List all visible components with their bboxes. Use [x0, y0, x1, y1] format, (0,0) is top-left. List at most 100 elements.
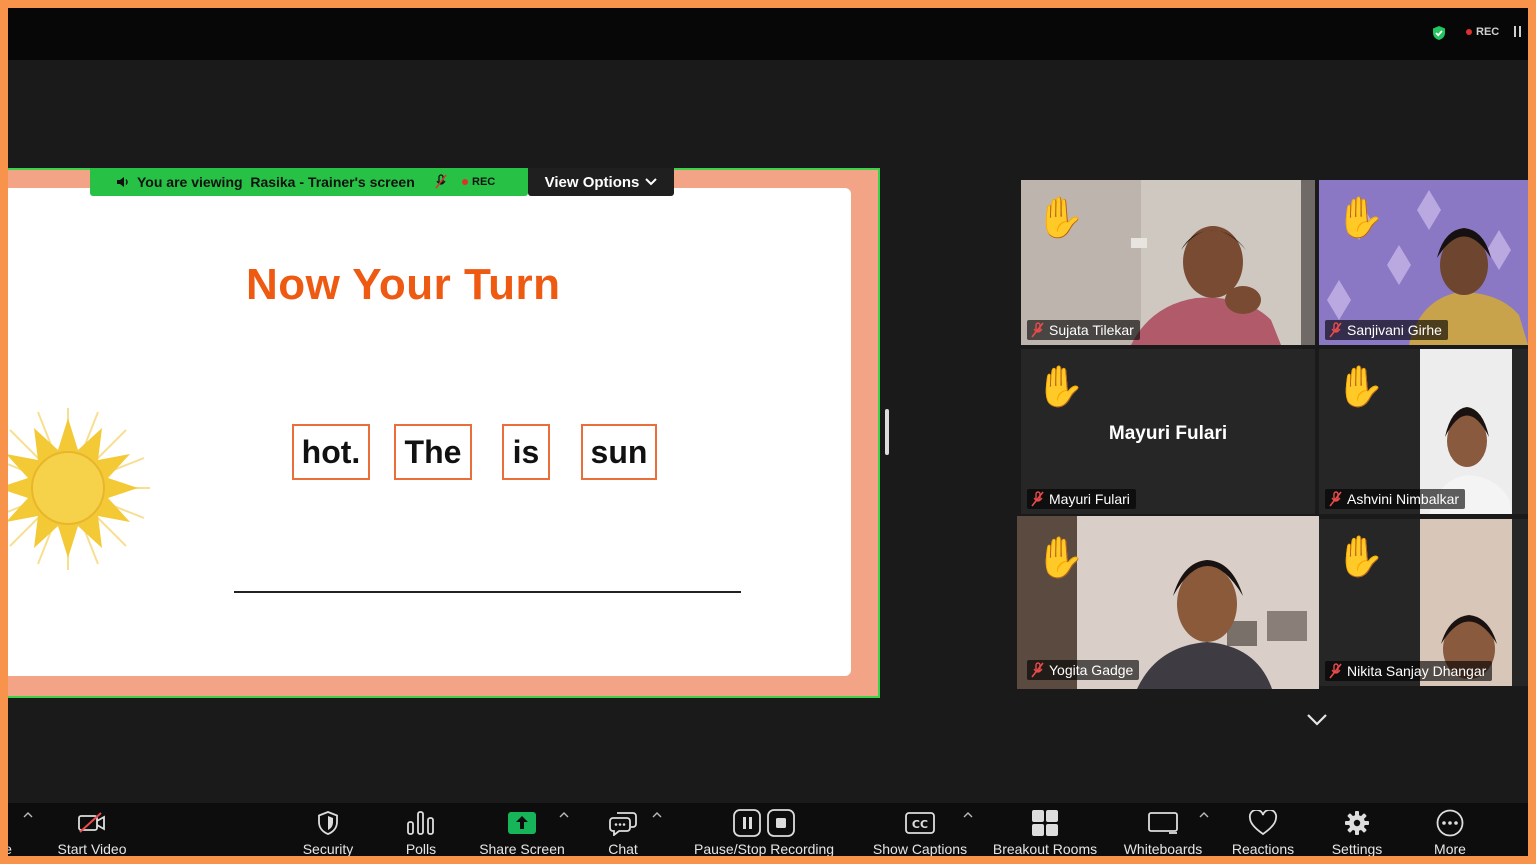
- encryption-shield-icon[interactable]: [1431, 25, 1447, 41]
- participant-center-name: Mayuri Fulari: [1108, 423, 1228, 444]
- speaker-icon: [117, 177, 128, 187]
- start-video-label: Start Video: [57, 841, 127, 856]
- participant-tile-sanjivani[interactable]: ✋ Sanjivani Girhe: [1319, 180, 1528, 345]
- raised-hand-icon: ✋: [1335, 196, 1385, 240]
- toolbar-edge-label: e: [8, 841, 14, 856]
- show-captions-button[interactable]: CC Show Captions: [870, 803, 970, 856]
- participant-nametag: Sujata Tilekar: [1027, 320, 1140, 340]
- rec-dot-icon: [1466, 29, 1472, 35]
- viewing-banner: You are viewing Rasika - Trainer's scree…: [90, 168, 528, 196]
- muted-mic-icon: [1329, 663, 1342, 679]
- rec-label: REC: [1476, 26, 1500, 38]
- answer-line: [234, 591, 741, 593]
- whiteboards-label: Whiteboards: [1123, 841, 1203, 856]
- participant-name: Sanjivani Girhe: [1347, 322, 1442, 338]
- resize-divider[interactable]: [885, 409, 889, 455]
- muted-mic-icon: [435, 174, 447, 189]
- participant-nametag: Sanjivani Girhe: [1325, 320, 1448, 340]
- zoom-window: REC Now Your Turn hot. The is sun You ar…: [8, 8, 1528, 856]
- raised-hand-icon: ✋: [1035, 196, 1085, 240]
- muted-mic-icon: [1031, 662, 1044, 678]
- raised-hand-icon: ✋: [1035, 536, 1085, 580]
- breakout-rooms-button[interactable]: Breakout Rooms: [990, 803, 1100, 856]
- chat-bubble-icon: [609, 809, 637, 837]
- muted-mic-icon: [1329, 491, 1342, 507]
- whiteboard-icon: [1147, 809, 1179, 837]
- more-button[interactable]: More: [1422, 803, 1478, 856]
- meeting-toolbar: e Start Video Security Polls Share: [8, 803, 1528, 856]
- word-card-4: sun: [581, 424, 657, 480]
- settings-button[interactable]: Settings: [1322, 803, 1392, 856]
- view-options-button[interactable]: View Options: [528, 168, 674, 196]
- slide-title: Now Your Turn: [246, 260, 561, 309]
- rec-dot-icon: [462, 179, 468, 185]
- pause-recording-icon[interactable]: [1513, 26, 1523, 38]
- video-off-icon: [77, 809, 107, 837]
- muted-mic-icon: [1031, 322, 1044, 338]
- polls-button[interactable]: Polls: [396, 803, 446, 856]
- pause-stop-recording-button[interactable]: Pause/Stop Recording: [694, 803, 834, 856]
- slide: Now Your Turn hot. The is sun: [8, 188, 851, 676]
- security-shield-icon: [317, 809, 339, 837]
- participant-tile-yogita[interactable]: ✋ Yogita Gadge: [1017, 516, 1319, 689]
- more-ellipsis-icon: [1436, 809, 1464, 837]
- banner-rec-indicator: REC: [462, 176, 495, 188]
- participant-nametag: Ashvini Nimbalkar: [1325, 489, 1466, 509]
- whiteboard-options-caret-icon[interactable]: [1199, 811, 1209, 819]
- word-card-2: The: [394, 424, 472, 480]
- chat-options-caret-icon[interactable]: [652, 811, 662, 819]
- breakout-rooms-label: Breakout Rooms: [992, 841, 1098, 856]
- sun-illustration: [8, 408, 150, 570]
- start-video-button[interactable]: Start Video: [52, 803, 132, 856]
- view-options-label: View Options: [544, 173, 640, 191]
- participant-name: Sujata Tilekar: [1049, 322, 1134, 338]
- chat-button[interactable]: Chat: [598, 803, 648, 856]
- participant-name: Nikita Sanjay Dhangar: [1347, 663, 1487, 679]
- word-card-3: is: [502, 424, 550, 480]
- reactions-button[interactable]: Reactions: [1226, 803, 1300, 856]
- security-label: Security: [302, 841, 354, 856]
- share-screen-icon: [507, 809, 537, 837]
- muted-mic-icon: [1329, 322, 1342, 338]
- recording-controls-icon: [732, 809, 796, 837]
- share-options-caret-icon[interactable]: [559, 811, 569, 819]
- raised-hand-icon: ✋: [1035, 365, 1085, 409]
- whiteboards-button[interactable]: Whiteboards: [1120, 803, 1206, 856]
- participant-tile-mayuri[interactable]: ✋ Mayuri Fulari Mayuri Fulari: [1021, 349, 1315, 514]
- chat-label: Chat: [608, 841, 638, 856]
- muted-mic-icon: [1031, 491, 1044, 507]
- viewing-prefix: You are viewing: [137, 174, 243, 190]
- recording-indicator: REC: [1466, 26, 1499, 38]
- participant-nametag: Nikita Sanjay Dhangar: [1325, 661, 1493, 681]
- participant-nametag: Yogita Gadge: [1027, 660, 1140, 680]
- participant-name: Ashvini Nimbalkar: [1347, 491, 1460, 507]
- captions-options-caret-icon[interactable]: [963, 811, 973, 819]
- participant-name: Yogita Gadge: [1049, 662, 1134, 678]
- share-screen-label: Share Screen: [479, 841, 565, 856]
- gallery-next-chevron-icon[interactable]: [1306, 712, 1328, 728]
- presenter-name: Rasika - Trainer's screen: [250, 174, 415, 190]
- participant-nametag: Mayuri Fulari: [1027, 489, 1136, 509]
- top-bar: REC: [8, 8, 1528, 60]
- participant-tile-nikita[interactable]: ✋ Nikita Sanjay Dhangar: [1319, 519, 1528, 686]
- captions-cc-icon: CC: [905, 809, 935, 837]
- svg-text:CC: CC: [912, 818, 928, 831]
- recording-label: Pause/Stop Recording: [694, 841, 835, 856]
- word-card-1: hot.: [292, 424, 370, 480]
- toolbar-edge-item[interactable]: e: [8, 803, 14, 856]
- show-captions-label: Show Captions: [872, 841, 968, 856]
- chevron-down-icon: [645, 178, 658, 186]
- settings-label: Settings: [1331, 841, 1383, 856]
- settings-gear-icon: [1344, 809, 1370, 837]
- polls-chart-icon: [406, 809, 436, 837]
- reactions-heart-icon: [1248, 809, 1278, 837]
- reactions-label: Reactions: [1231, 841, 1295, 856]
- participant-tile-ashvini[interactable]: ✋ Ashvini Nimbalkar: [1319, 349, 1528, 514]
- share-screen-button[interactable]: Share Screen: [476, 803, 568, 856]
- audio-options-caret-icon[interactable]: [23, 811, 33, 819]
- breakout-rooms-icon: [1031, 809, 1059, 837]
- banner-rec-label: REC: [472, 176, 496, 188]
- participant-tile-sujata[interactable]: ✋ Sujata Tilekar: [1021, 180, 1315, 345]
- security-button[interactable]: Security: [292, 803, 364, 856]
- raised-hand-icon: ✋: [1335, 535, 1385, 579]
